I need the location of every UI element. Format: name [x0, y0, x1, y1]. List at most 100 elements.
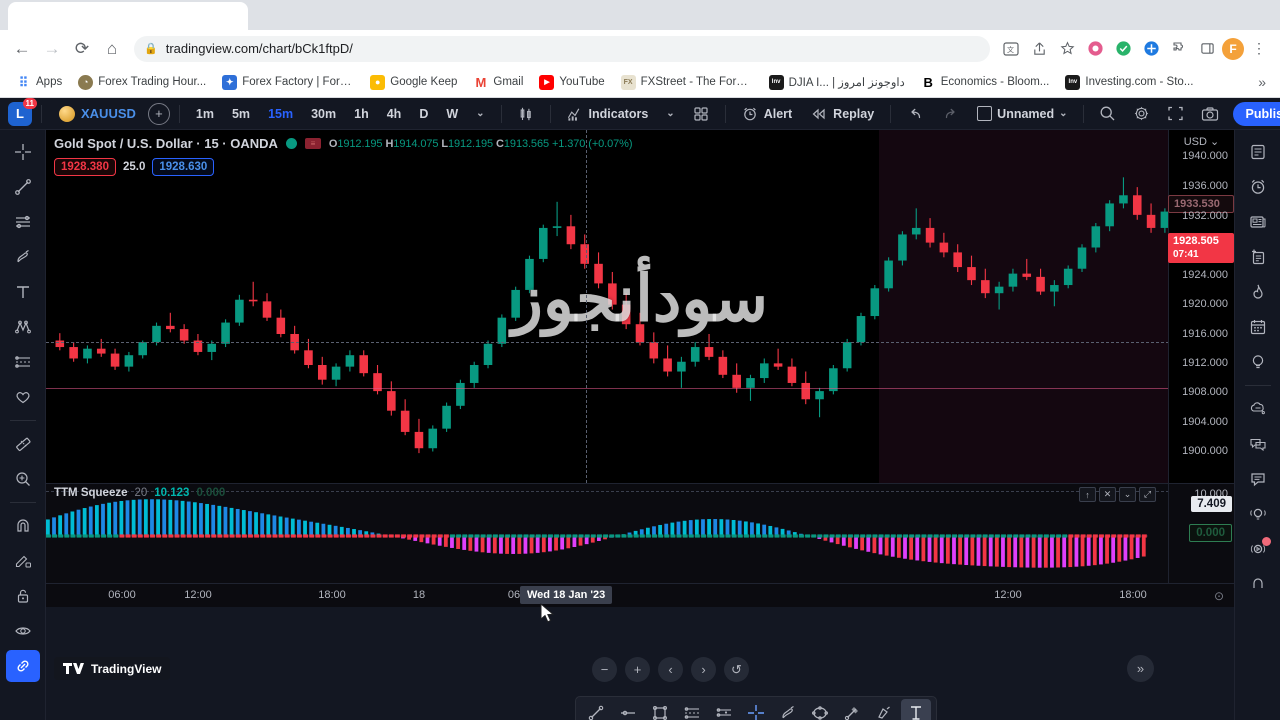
search-button[interactable] — [1092, 101, 1123, 126]
brush-icon[interactable] — [773, 699, 803, 720]
bookmark-apps[interactable]: ⠿ Apps — [10, 72, 68, 93]
forecast-icon[interactable] — [6, 346, 40, 378]
timeframe-w[interactable]: W — [439, 104, 465, 124]
snapshot-button[interactable] — [1194, 102, 1226, 126]
back-arrow-icon[interactable]: ← — [8, 35, 36, 63]
chevron-down-icon[interactable]: ⌄ — [659, 105, 681, 122]
chat-cloud-icon[interactable] — [1241, 393, 1275, 425]
crosshair-icon[interactable] — [741, 699, 771, 720]
chevron-left-icon[interactable]: ‹ — [658, 657, 683, 682]
translate-icon[interactable]: 文 — [998, 36, 1024, 62]
bookmark-bloomberg[interactable]: B Economics - Bloom... — [915, 72, 1056, 93]
chevron-right-icon[interactable]: › — [691, 657, 716, 682]
hotlist-fire-icon[interactable] — [1241, 276, 1275, 308]
bookmark-google-keep[interactable]: ● Google Keep — [364, 72, 463, 93]
symbol-search-button[interactable]: XAUUSD — [51, 103, 144, 125]
sell-price-pill[interactable]: 1928.380 — [54, 158, 116, 176]
object-tree-link-icon[interactable] — [5, 650, 40, 682]
trend-line-icon[interactable] — [6, 171, 40, 203]
stay-in-drawing-mode-icon[interactable] — [6, 545, 40, 577]
reset-chart-icon[interactable]: ↺ — [724, 657, 749, 682]
chevron-down-icon[interactable]: ⌄ — [469, 105, 491, 122]
zoom-in-icon[interactable] — [6, 463, 40, 495]
templates-button[interactable] — [686, 102, 716, 126]
measure-ruler-icon[interactable] — [6, 428, 40, 460]
ellipse-icon[interactable] — [805, 699, 835, 720]
publish-button[interactable]: Publish — [1232, 101, 1280, 126]
browser-tab-active[interactable] — [8, 2, 248, 30]
tradingview-logo[interactable]: L 11 — [8, 97, 37, 126]
bookmark-forex-trading-hours[interactable]: ◔ Forex Trading Hour... — [72, 72, 212, 93]
fib-retracement-icon[interactable] — [677, 699, 707, 720]
lock-drawings-icon[interactable] — [6, 580, 40, 612]
plus-circle-icon[interactable]: + — [147, 102, 170, 125]
crosshair-icon[interactable] — [6, 136, 40, 168]
timeframe-4h[interactable]: 4h — [380, 104, 409, 124]
layout-button[interactable]: Unnamed ⌄ — [970, 102, 1074, 125]
calendar-icon[interactable] — [1241, 311, 1275, 343]
magnet-icon[interactable] — [6, 510, 40, 542]
chrome-menu-icon[interactable]: ⋮ — [1246, 36, 1272, 62]
redo-button[interactable] — [935, 103, 966, 125]
currency-selector[interactable]: USD ⌄ — [1169, 130, 1234, 148]
bookmark-star-icon[interactable] — [1054, 36, 1080, 62]
news-icon[interactable] — [1241, 206, 1275, 238]
patterns-icon[interactable] — [6, 311, 40, 343]
trend-line-icon[interactable] — [581, 699, 611, 720]
extension-green-icon[interactable] — [1110, 36, 1136, 62]
highlighter-icon[interactable] — [869, 699, 899, 720]
address-bar[interactable]: 🔒 tradingview.com/chart/bCk1ftpD/ — [134, 35, 990, 62]
pitchfork-icon[interactable] — [709, 699, 739, 720]
timeframe-30m[interactable]: 30m — [304, 104, 343, 124]
ideas-stream-icon[interactable] — [1241, 498, 1275, 530]
series-settings-icon[interactable]: ≡ — [304, 138, 321, 149]
extensions-puzzle-icon[interactable] — [1166, 36, 1192, 62]
timeframe-5m[interactable]: 5m — [225, 104, 257, 124]
brush-icon[interactable] — [6, 241, 40, 273]
bookmark-gmail[interactable]: M Gmail — [467, 72, 529, 93]
collapse-pane-icon[interactable]: ⌄ — [1119, 487, 1136, 502]
reset-scale-icon[interactable]: ⊙ — [1214, 589, 1224, 603]
price-chart[interactable]: Gold Spot / U.S. Dollar · 15 · OANDA ≡ O… — [46, 130, 1234, 483]
replay-button[interactable]: Replay — [803, 103, 881, 125]
bookmarks-overflow-icon[interactable]: » — [1258, 74, 1270, 90]
extension-blue-icon[interactable] — [1138, 36, 1164, 62]
undo-button[interactable] — [900, 103, 931, 125]
bookmark-forex-factory[interactable]: ✦ Forex Factory | Fore... — [216, 72, 360, 93]
ideas-bulb-icon[interactable] — [1241, 346, 1275, 378]
public-chats-icon[interactable] — [1241, 428, 1275, 460]
horizontal-ray-icon[interactable] — [613, 699, 643, 720]
buy-price-pill[interactable]: 1928.630 — [152, 158, 215, 176]
hide-drawings-icon[interactable] — [6, 615, 40, 647]
settings-button[interactable] — [1126, 101, 1157, 126]
private-chats-icon[interactable] — [1241, 463, 1275, 495]
text-icon[interactable] — [6, 276, 40, 308]
fullscreen-button[interactable] — [1160, 101, 1191, 126]
horizontal-lines-icon[interactable] — [6, 206, 40, 238]
data-window-icon[interactable] — [1241, 241, 1275, 273]
rectangle-icon[interactable] — [645, 699, 675, 720]
watchlist-icon[interactable] — [1241, 136, 1275, 168]
chart-type-button[interactable] — [511, 102, 541, 126]
indicator-scale[interactable]: 10.000 7.409 0.000 — [1168, 484, 1234, 583]
broadcast-icon[interactable] — [1241, 533, 1275, 565]
measure-icon[interactable] — [837, 699, 867, 720]
timeframe-1m[interactable]: 1m — [189, 104, 221, 124]
indicators-button[interactable]: Indicators — [560, 102, 656, 126]
timeframe-15m[interactable]: 15m — [261, 104, 300, 124]
zoom-out-icon[interactable]: − — [592, 657, 617, 682]
home-icon[interactable]: ⌂ — [98, 35, 126, 63]
double-chevron-right-icon[interactable]: » — [1127, 655, 1154, 682]
favorite-heart-icon[interactable] — [6, 381, 40, 413]
move-pane-up-icon[interactable]: ↑ — [1079, 487, 1096, 502]
extension-pink-icon[interactable] — [1082, 36, 1108, 62]
sidebar-panel-icon[interactable] — [1194, 36, 1220, 62]
bookmark-djia[interactable]: Inv DJIA I... | داوجونز امروز — [763, 72, 911, 93]
indicator-pane[interactable]: TTM Squeeze 20 10.123 0.000 ↑ ✕ ⌄ ⤢ 10.0… — [46, 483, 1234, 583]
forward-arrow-icon[interactable]: → — [38, 35, 66, 63]
avatar[interactable]: F — [1222, 37, 1244, 60]
reload-icon[interactable]: ⟳ — [68, 35, 96, 63]
maximize-pane-icon[interactable]: ⤢ — [1139, 487, 1156, 502]
timeframe-1h[interactable]: 1h — [347, 104, 376, 124]
bookmark-youtube[interactable]: ▶ YouTube — [533, 72, 610, 93]
